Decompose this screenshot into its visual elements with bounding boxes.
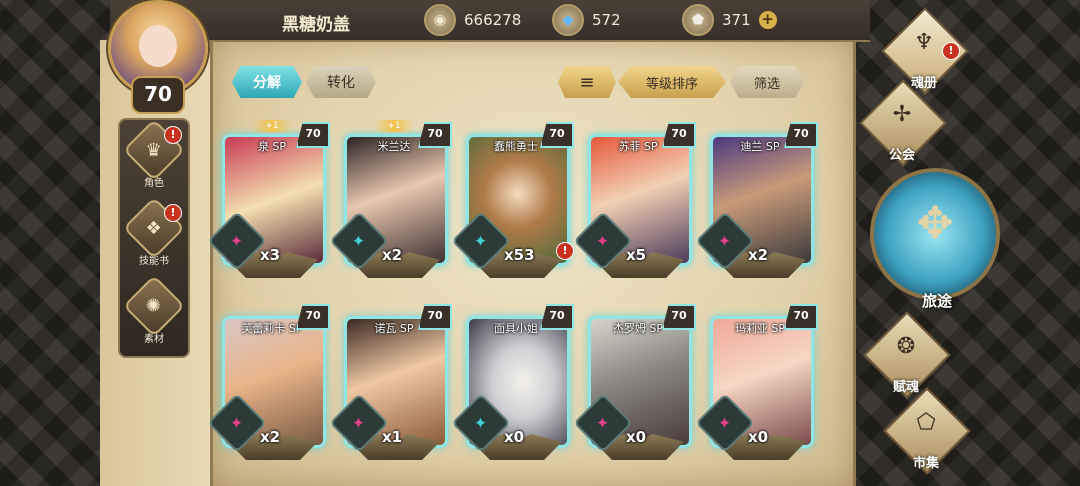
character-card[interactable]: 面具小姐 70 ✦ x0 xyxy=(451,304,574,460)
card-count: x0 xyxy=(504,428,525,446)
character-card[interactable]: 诺瓦 SP 70 ✦ x1 xyxy=(329,304,452,460)
tab-decompose[interactable]: 分解 xyxy=(232,66,302,98)
nav-label: 魂册 xyxy=(910,76,937,91)
card-plus-tag: +1 xyxy=(252,120,292,132)
market-icon: ⬠ xyxy=(916,410,936,435)
nav-label: 公会 xyxy=(888,148,915,163)
nav-label: 赋魂 xyxy=(892,380,919,395)
tab-convert[interactable]: 转化 xyxy=(306,66,376,98)
gold-coin-icon: ◉ xyxy=(424,4,456,36)
card-count: x5 xyxy=(626,246,647,264)
card-count: x1 xyxy=(382,428,403,446)
character-card[interactable]: 芙蕾莉卡 SP 70 ✦ x2 xyxy=(207,304,330,460)
player-avatar-area[interactable]: 70 xyxy=(96,0,216,114)
character-card[interactable]: 泉 SP +1 70 ✦ x3 xyxy=(207,120,330,278)
alert-icon: ! xyxy=(164,126,182,144)
alert-icon: ! xyxy=(942,42,960,60)
currency-gem[interactable]: ⬟ 371 + xyxy=(682,4,777,36)
nav-guild[interactable]: ✢ 公会 xyxy=(859,79,947,172)
character-card[interactable]: 蠢熊勇士 70 ✦ x53 ! xyxy=(451,122,574,278)
filter-button[interactable]: 筛选 xyxy=(730,66,804,98)
card-count: x53 xyxy=(504,246,535,264)
gold-value: 666278 xyxy=(464,11,522,29)
player-level-badge: 70 xyxy=(131,76,185,114)
card-count: x0 xyxy=(748,428,769,446)
character-card[interactable]: 杰罗姆 SP 70 ✦ x0 xyxy=(573,304,696,460)
journey-button[interactable]: ✥ xyxy=(870,168,1000,300)
card-count: x3 xyxy=(260,246,281,264)
alert-icon: ! xyxy=(556,242,574,260)
endow-icon: ❂ xyxy=(896,334,916,359)
nav-market[interactable]: ⬠ 市集 xyxy=(883,387,971,480)
nav-endow[interactable]: ❂ 赋魂 xyxy=(863,311,951,404)
side-nav: ♛ 角色 ! ❖ 技能书 ! ✺ 素材 xyxy=(118,118,190,358)
card-plus-tag: +1 xyxy=(374,120,414,132)
currency-gold[interactable]: ◉ 666278 xyxy=(424,4,522,36)
level-sort-button[interactable]: 等级排序 xyxy=(618,66,726,98)
character-card[interactable]: 迪兰 SP 70 ✦ x2 xyxy=(695,122,818,278)
alert-icon: ! xyxy=(164,204,182,222)
nav-label: 市集 xyxy=(912,456,939,471)
side-item-character[interactable]: ♛ 角色 ! xyxy=(122,118,186,194)
guild-icon: ✢ xyxy=(892,102,912,127)
card-count: x2 xyxy=(748,246,769,264)
side-item-skill-book[interactable]: ❖ 技能书 ! xyxy=(122,196,186,272)
card-count: x2 xyxy=(382,246,403,264)
white-gem-icon: ⬟ xyxy=(682,4,714,36)
crystal-value: 572 xyxy=(592,11,621,29)
journey-compass-icon: ✥ xyxy=(916,198,954,249)
avatar-face xyxy=(139,25,177,67)
nav-soul-book[interactable]: ♆ 魂册 ! xyxy=(881,7,969,100)
card-count: x2 xyxy=(260,428,281,446)
journey-label: 旅途 xyxy=(921,292,952,310)
sort-order-button[interactable]: ≡ xyxy=(558,66,616,98)
player-name: 黑糖奶盖 xyxy=(282,15,350,35)
blue-crystal-icon: ◆ xyxy=(552,4,584,36)
character-card[interactable]: 苏菲 SP 70 ✦ x5 xyxy=(573,122,696,278)
sort-lines-icon: ≡ xyxy=(579,71,595,93)
side-item-material[interactable]: ✺ 素材 xyxy=(122,274,186,350)
currency-crystal[interactable]: ◆ 572 xyxy=(552,4,621,36)
material-icon: ✺ xyxy=(122,274,186,338)
card-count: x0 xyxy=(626,428,647,446)
character-card[interactable]: 玛莉亚 SP 70 ✦ x0 xyxy=(695,304,818,460)
character-card[interactable]: 米兰达 +1 70 ✦ x2 xyxy=(329,120,452,278)
add-gem-button[interactable]: + xyxy=(758,11,777,29)
gem-value: 371 xyxy=(722,11,751,29)
